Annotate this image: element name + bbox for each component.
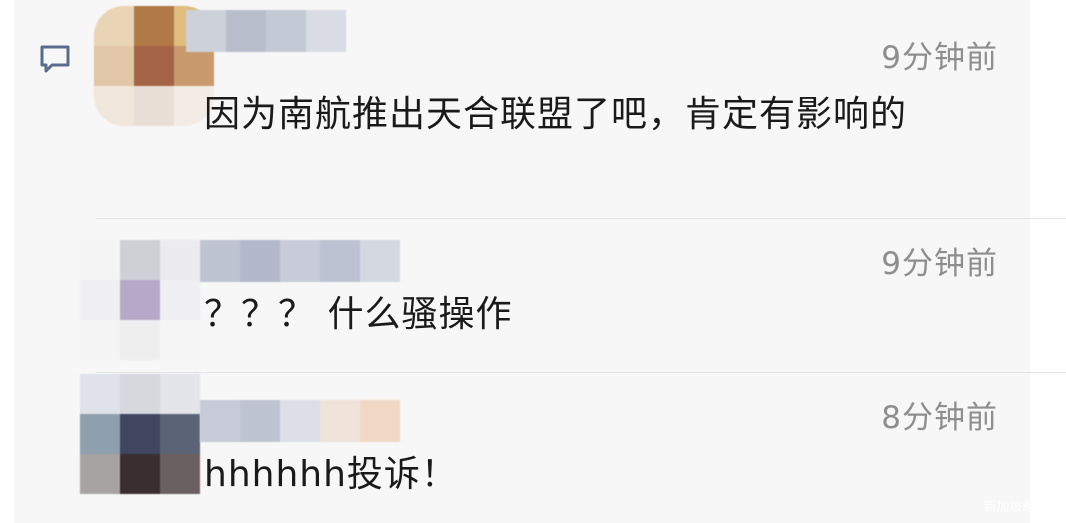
comment-timestamp: 9分钟前 [881, 246, 998, 282]
avatar-pixel [94, 86, 134, 126]
username-blur-block [200, 240, 240, 282]
avatar-pixel [80, 320, 120, 360]
avatar-pixel [160, 240, 200, 280]
avatar-pixel [134, 86, 174, 126]
username-blur-block [240, 240, 280, 282]
username-blur-block [226, 10, 266, 52]
comment-text: 因为南航推出天合联盟了吧，肯定有影响的 [204, 94, 908, 135]
comment-timestamp: 9分钟前 [881, 40, 998, 76]
avatar[interactable] [80, 374, 200, 494]
avatar-pixel [120, 414, 160, 454]
avatar-pixel [80, 240, 120, 280]
avatar-pixel [134, 6, 174, 46]
username-blur-block [280, 400, 320, 442]
avatar-pixel [134, 46, 174, 86]
username-blur-block [306, 10, 346, 52]
avatar-pixel [160, 454, 200, 494]
watermark: 新加坡眼 Yan [983, 500, 1063, 515]
username-blur-block [360, 400, 400, 442]
username-blurred[interactable] [186, 10, 346, 52]
avatar[interactable] [80, 240, 200, 360]
username-blur-block [360, 240, 400, 282]
avatar-pixel [94, 46, 134, 86]
avatar-pixel [160, 374, 200, 414]
username-blur-block [240, 400, 280, 442]
comment-text: hhhhhh投诉！ [204, 454, 458, 495]
avatar-pixel [160, 280, 200, 320]
comment-item: 9分钟前 因为南航推出天合联盟了吧，肯定有影响的 [14, 0, 1030, 218]
comment-timestamp: 8分钟前 [881, 400, 998, 436]
username-blur-block [186, 10, 226, 52]
avatar-pixel [120, 240, 160, 280]
avatar-pixel [160, 414, 200, 454]
avatar-pixel [80, 280, 120, 320]
divider [96, 372, 1066, 373]
avatar-pixel [174, 46, 214, 86]
username-blur-block [200, 400, 240, 442]
comment-item: 9分钟前 ？？？ 什么骚操作 [14, 220, 1030, 372]
avatar-pixel [80, 374, 120, 414]
username-blur-block [320, 400, 360, 442]
username-blur-block [280, 240, 320, 282]
avatar-pixel [160, 320, 200, 360]
comment-text: ？？？ 什么骚操作 [204, 294, 513, 335]
avatar-pixel [80, 454, 120, 494]
comment-item: 8分钟前 hhhhhh投诉！ [14, 374, 1030, 523]
username-blurred[interactable] [200, 400, 400, 442]
avatar-pixel [120, 374, 160, 414]
avatar-pixel [120, 280, 160, 320]
avatar-pixel [120, 454, 160, 494]
avatar-pixel [94, 6, 134, 46]
avatar-pixel [120, 320, 160, 360]
avatar-pixel [80, 414, 120, 454]
username-blur-block [320, 240, 360, 282]
username-blur-block [266, 10, 306, 52]
divider [96, 218, 1066, 219]
username-blurred[interactable] [200, 240, 400, 282]
